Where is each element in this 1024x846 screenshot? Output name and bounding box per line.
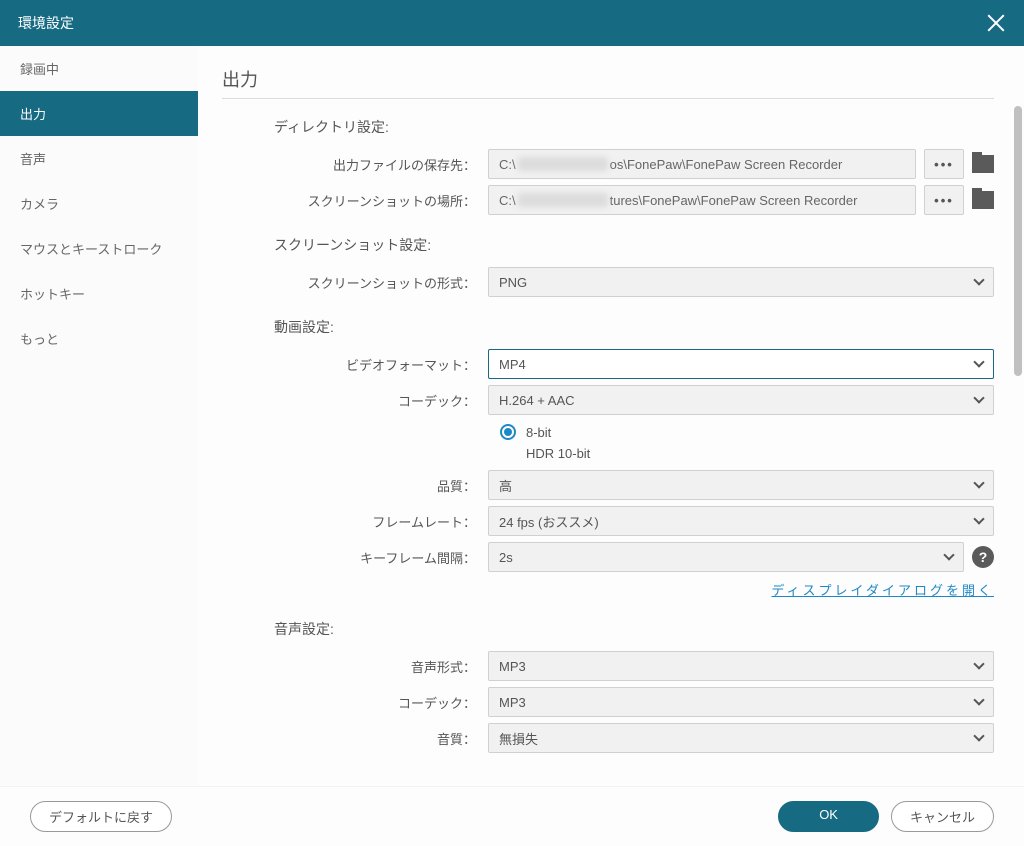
- label-video-format: ビデオフォーマット：: [222, 355, 488, 374]
- ok-button[interactable]: OK: [778, 801, 879, 832]
- screenshot-path-field[interactable]: C:\tures\FonePaw\FonePaw Screen Recorder: [488, 185, 916, 215]
- chevron-down-icon: [973, 356, 984, 367]
- label-screenshot-format: スクリーンショットの形式：: [222, 273, 488, 292]
- masked-text: [518, 157, 608, 171]
- browse-screenshot-button[interactable]: •••: [924, 185, 964, 215]
- sidebar-item-hotkey[interactable]: ホットキー: [0, 271, 198, 316]
- chevron-down-icon: [973, 392, 984, 403]
- sidebar: 録画中 出力 音声 カメラ マウスとキーストローク ホットキー もっと: [0, 46, 198, 786]
- label-output-path: 出力ファイルの保存先：: [222, 155, 488, 174]
- sidebar-item-label: 出力: [20, 107, 46, 122]
- radio-8bit[interactable]: [500, 424, 516, 440]
- sidebar-item-label: もっと: [20, 332, 59, 347]
- audio-quality-select[interactable]: 無損失: [488, 723, 994, 753]
- sidebar-item-mouse[interactable]: マウスとキーストローク: [0, 226, 198, 271]
- sidebar-item-label: ホットキー: [20, 287, 85, 302]
- content-pane: 出力 ディレクトリ設定: 出力ファイルの保存先： C:\os\FonePaw\F…: [198, 46, 1024, 786]
- video-format-select[interactable]: MP4: [488, 349, 994, 379]
- chevron-down-icon: [973, 694, 984, 705]
- chevron-down-icon: [943, 549, 954, 560]
- label-video-quality: 品質：: [222, 476, 488, 495]
- sidebar-item-label: 音声: [20, 152, 46, 167]
- chevron-down-icon: [973, 513, 984, 524]
- close-icon[interactable]: [986, 13, 1006, 33]
- sidebar-item-label: 録画中: [20, 62, 59, 77]
- browse-output-button[interactable]: •••: [924, 149, 964, 179]
- sidebar-item-camera[interactable]: カメラ: [0, 181, 198, 226]
- label-framerate: フレームレート：: [222, 512, 488, 531]
- window-title: 環境設定: [18, 13, 74, 33]
- label-audio-codec: コーデック：: [222, 693, 488, 712]
- chevron-down-icon: [973, 274, 984, 285]
- sidebar-item-recording[interactable]: 録画中: [0, 46, 198, 91]
- audio-codec-select[interactable]: MP3: [488, 687, 994, 717]
- chevron-down-icon: [973, 730, 984, 741]
- open-folder-icon[interactable]: [972, 155, 994, 173]
- section-audio: 音声設定:: [274, 619, 994, 639]
- reset-defaults-button[interactable]: デフォルトに戻す: [30, 801, 172, 832]
- sidebar-item-output[interactable]: 出力: [0, 91, 198, 136]
- video-quality-select[interactable]: 高: [488, 470, 994, 500]
- sidebar-item-audio[interactable]: 音声: [0, 136, 198, 181]
- output-path-field[interactable]: C:\os\FonePaw\FonePaw Screen Recorder: [488, 149, 916, 179]
- label-video-codec: コーデック：: [222, 391, 488, 410]
- sidebar-item-label: マウスとキーストローク: [20, 242, 162, 257]
- keyframe-select[interactable]: 2s: [488, 542, 964, 572]
- section-screenshot: スクリーンショット設定:: [274, 235, 994, 255]
- footer: デフォルトに戻す OK キャンセル: [0, 786, 1024, 846]
- label-audio-format: 音声形式：: [222, 657, 488, 676]
- cancel-button[interactable]: キャンセル: [891, 801, 994, 832]
- display-dialog-link[interactable]: ディスプレイダイアログを開く: [771, 583, 994, 598]
- label-keyframe: キーフレーム間隔：: [222, 548, 488, 567]
- scrollbar[interactable]: [1014, 106, 1022, 376]
- chevron-down-icon: [973, 658, 984, 669]
- label-screenshot-path: スクリーンショットの場所：: [222, 191, 488, 210]
- label-audio-quality: 音質：: [222, 729, 488, 748]
- sidebar-item-more[interactable]: もっと: [0, 316, 198, 361]
- titlebar: 環境設定: [0, 0, 1024, 46]
- video-codec-select[interactable]: H.264 + AAC: [488, 385, 994, 415]
- help-icon[interactable]: ?: [972, 546, 994, 568]
- framerate-select[interactable]: 24 fps (おススメ): [488, 506, 994, 536]
- sidebar-item-label: カメラ: [20, 197, 59, 212]
- radio-8bit-label: 8-bit: [526, 425, 551, 440]
- section-directory: ディレクトリ設定:: [274, 117, 994, 137]
- audio-format-select[interactable]: MP3: [488, 651, 994, 681]
- screenshot-format-select[interactable]: PNG: [488, 267, 994, 297]
- chevron-down-icon: [973, 477, 984, 488]
- page-title: 出力: [222, 66, 994, 99]
- section-video: 動画設定:: [274, 317, 994, 337]
- open-folder-icon[interactable]: [972, 191, 994, 209]
- radio-hdr10-label: HDR 10-bit: [526, 446, 590, 461]
- masked-text: [518, 193, 608, 207]
